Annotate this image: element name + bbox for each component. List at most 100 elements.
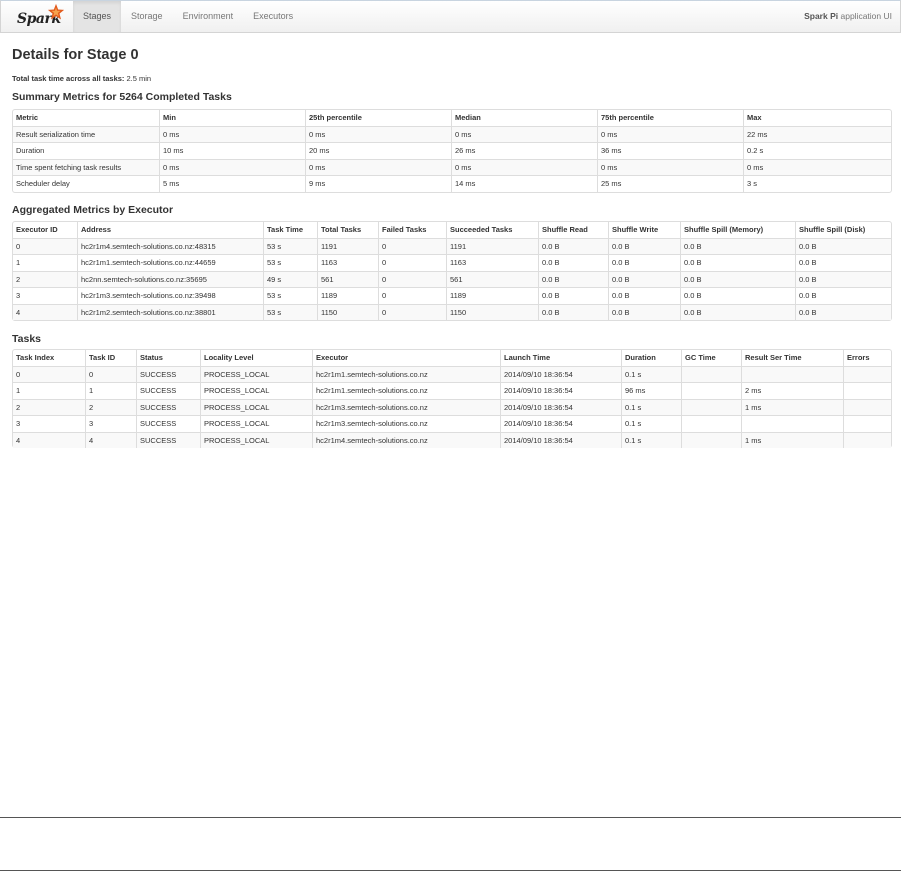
aggregated-col-header[interactable]: Succeeded Tasks (446, 222, 538, 238)
table-cell (843, 365, 891, 382)
table-cell: 0.0 B (795, 287, 891, 304)
table-cell: 0.0 B (608, 237, 680, 254)
tasks-col-header[interactable]: Status (136, 350, 200, 366)
tab-executors[interactable]: Executors (243, 1, 303, 32)
table-cell: 25 ms (597, 175, 743, 192)
table-row: 1 1 SUCCESS PROCESS_LOCAL hc2r1m1.semtech-so… (13, 382, 891, 399)
table-cell: 0 (13, 365, 85, 382)
table-cell: 4 (13, 431, 85, 448)
table-cell: 20 ms (305, 142, 451, 159)
table-cell: 0 ms (597, 125, 743, 142)
table-cell: 49 s (263, 270, 317, 287)
summary-col-header: 25th percentile (305, 110, 451, 126)
table-cell: SUCCESS (136, 398, 200, 415)
table-cell: 53 s (263, 287, 317, 304)
table-row: Result serialization time 0 ms 0 ms 0 ms 0 m… (13, 125, 891, 142)
table-cell: 0.0 B (680, 254, 795, 271)
table-cell: Result serialization time (13, 125, 159, 142)
table-cell: Time spent fetching task results (13, 158, 159, 175)
page-title: Details for Stage 0 (12, 47, 139, 63)
aggregated-col-header[interactable]: Failed Tasks (378, 222, 446, 238)
tasks-col-header[interactable]: Launch Time (500, 350, 621, 366)
table-cell: 1191 (317, 237, 378, 254)
table-cell: PROCESS_LOCAL (200, 415, 312, 432)
table-cell: 36 ms (597, 142, 743, 159)
tasks-col-header[interactable]: GC Time (681, 350, 741, 366)
aggregated-col-header[interactable]: Address (77, 222, 263, 238)
tasks-body: 0 0 SUCCESS PROCESS_LOCAL hc2r1m1.semtech-so… (13, 365, 891, 448)
tasks-col-header[interactable]: Executor (312, 350, 500, 366)
tasks-col-header[interactable]: Errors (843, 350, 891, 366)
table-cell: 0.0 B (538, 254, 608, 271)
table-cell: 2014/09/10 18:36:54 (500, 415, 621, 432)
table-cell: 0 (378, 270, 446, 287)
tab-storage[interactable]: Storage (121, 1, 173, 32)
table-cell: 53 s (263, 254, 317, 271)
aggregated-col-header[interactable]: Shuffle Spill (Memory) (680, 222, 795, 238)
table-cell: 0.1 s (621, 431, 681, 448)
table-cell (681, 415, 741, 432)
spark-logo[interactable]: Spark (17, 3, 65, 30)
table-cell: 1 ms (741, 431, 843, 448)
aggregated-col-header[interactable]: Shuffle Read (538, 222, 608, 238)
table-cell (843, 398, 891, 415)
tab-environment[interactable]: Environment (173, 1, 244, 32)
app-name-bold: Spark Pi (804, 11, 839, 21)
table-cell: 0 ms (451, 158, 597, 175)
table-cell: 0.0 B (538, 237, 608, 254)
aggregated-col-header[interactable]: Shuffle Spill (Disk) (795, 222, 891, 238)
tab-stages[interactable]: Stages (73, 1, 122, 32)
table-cell: 561 (317, 270, 378, 287)
tasks-col-header[interactable]: Result Ser Time (741, 350, 843, 366)
aggregated-col-header[interactable]: Shuffle Write (608, 222, 680, 238)
summary-metrics-body: Result serialization time 0 ms 0 ms 0 ms 0 m… (13, 125, 891, 192)
table-cell: 0 (378, 303, 446, 320)
aggregated-metrics-body: 0 hc2r1m4.semtech-solutions.co.nz:48315 53… (13, 237, 891, 320)
app-name: Spark Pi application UI (804, 1, 892, 32)
table-cell: 0 ms (305, 158, 451, 175)
table-row: 1 hc2r1m1.semtech-solutions.co.nz:44659 53… (13, 254, 891, 271)
summary-metrics-table: Metric Min 25th percentile Median 75th perce… (12, 109, 892, 193)
table-row: 4 hc2r1m2.semtech-solutions.co.nz:38801 53… (13, 303, 891, 320)
table-row: 3 3 SUCCESS PROCESS_LOCAL hc2r1m3.semtech-so… (13, 415, 891, 432)
aggregated-col-header[interactable]: Task Time (263, 222, 317, 238)
table-cell: 2 (85, 398, 136, 415)
table-cell: 0.0 B (680, 303, 795, 320)
tasks-col-header[interactable]: Duration (621, 350, 681, 366)
table-cell: 0.1 s (621, 415, 681, 432)
tasks-col-header[interactable]: Locality Level (200, 350, 312, 366)
summary-metrics-header: Metric Min 25th percentile Median 75th perce… (13, 110, 891, 126)
table-cell (681, 431, 741, 448)
table-cell: 0 ms (451, 125, 597, 142)
table-cell: 26 ms (451, 142, 597, 159)
table-cell: SUCCESS (136, 415, 200, 432)
table-cell: PROCESS_LOCAL (200, 382, 312, 399)
app-name-rest: application UI (838, 11, 892, 21)
star-icon (47, 3, 65, 20)
summary-col-header: Median (451, 110, 597, 126)
table-cell: 1189 (317, 287, 378, 304)
table-cell: hc2r1m2.semtech-solutions.co.nz:38801 (77, 303, 263, 320)
table-cell: 1 (13, 254, 77, 271)
table-cell: 3 (13, 287, 77, 304)
table-cell: hc2r1m4.semtech-solutions.co.nz:48315 (77, 237, 263, 254)
aggregated-col-header[interactable]: Total Tasks (317, 222, 378, 238)
table-cell: SUCCESS (136, 431, 200, 448)
total-task-time-value: 2.5 min (124, 74, 152, 83)
table-cell: SUCCESS (136, 365, 200, 382)
table-cell: 0 (378, 254, 446, 271)
summary-col-header: Max (743, 110, 891, 126)
tasks-table-container[interactable]: Task Index Task ID Status Locality Level Exe… (12, 349, 892, 453)
table-cell: 0.0 B (795, 270, 891, 287)
total-task-time: Total task time across all tasks: 2.5 mi… (12, 74, 892, 83)
table-cell: 1 (85, 382, 136, 399)
aggregated-col-header[interactable]: Executor ID (13, 222, 77, 238)
table-cell: 0 ms (305, 125, 451, 142)
table-row: 2 hc2nn.semtech-solutions.co.nz:35695 49 s… (13, 270, 891, 287)
tasks-col-header[interactable]: Task Index (13, 350, 85, 366)
table-row: 4 4 SUCCESS PROCESS_LOCAL hc2r1m4.semtech-so… (13, 431, 891, 448)
table-cell: hc2r1m3.semtech-solutions.co.nz:39498 (77, 287, 263, 304)
table-cell: 3 (85, 415, 136, 432)
tasks-col-header[interactable]: Task ID (85, 350, 136, 366)
summary-col-header: Min (159, 110, 305, 126)
